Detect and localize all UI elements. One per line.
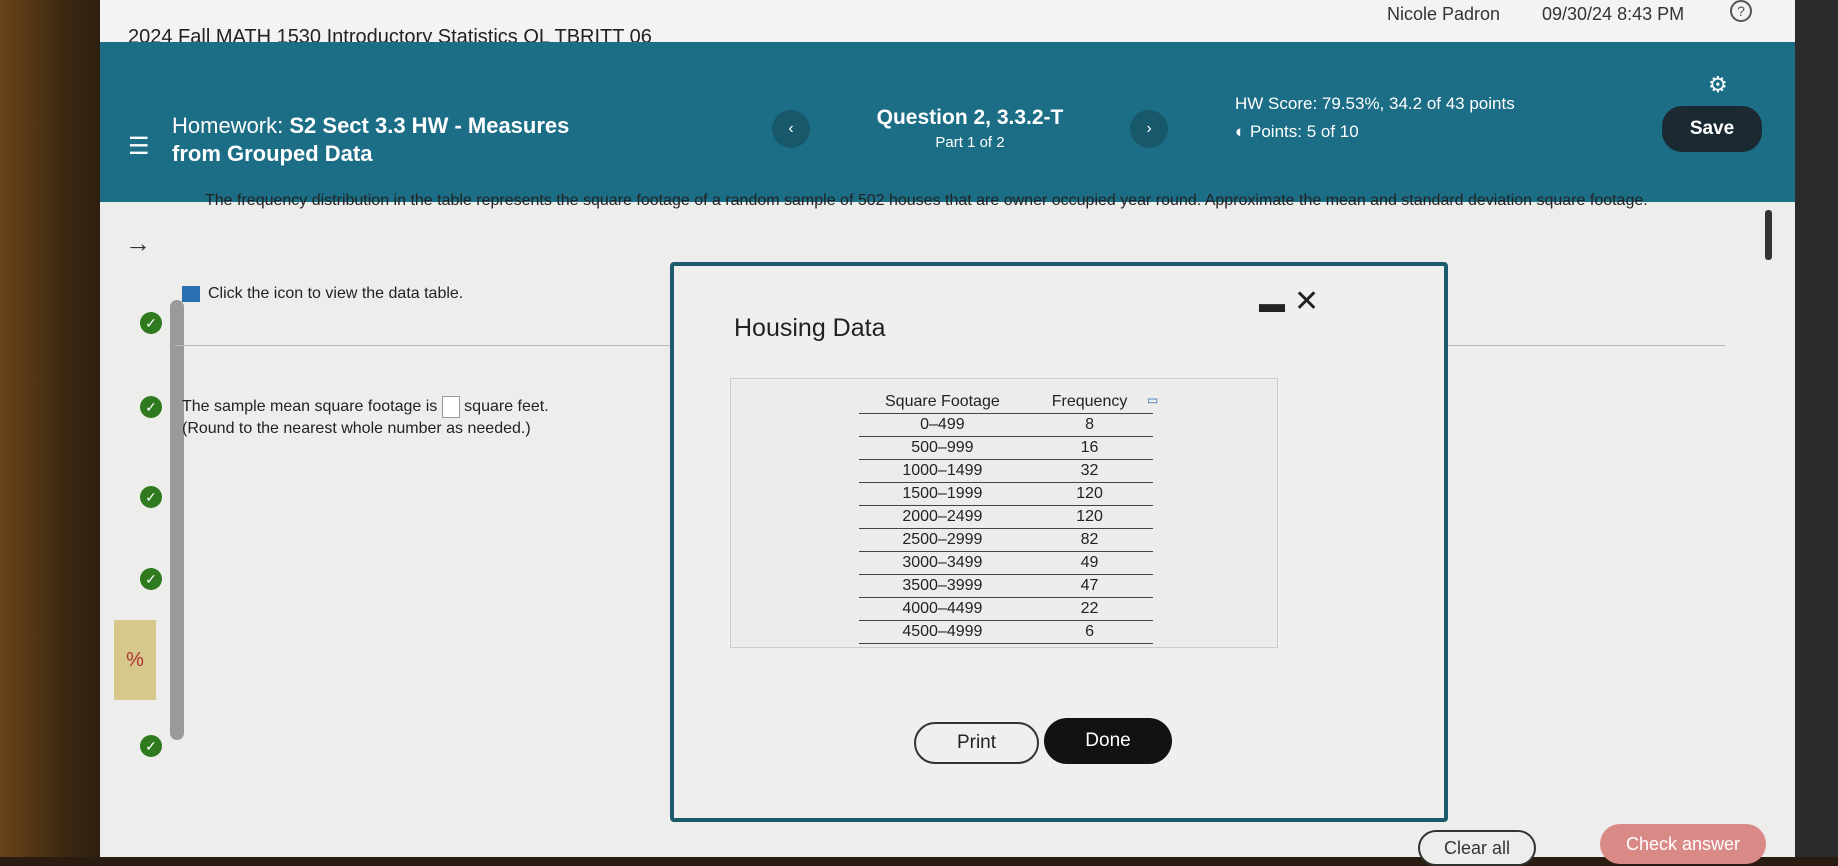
- range-cell: 1500–1999: [859, 482, 1026, 506]
- frequency-cell: 120: [1025, 482, 1154, 506]
- range-cell: 1000–1499: [859, 459, 1026, 483]
- data-table-link[interactable]: Click the icon to view the data table.: [182, 285, 463, 303]
- frequency-cell: 49: [1025, 551, 1154, 575]
- hw-title-2: from Grouped Data: [172, 141, 373, 166]
- table-row: 0–499 8: [859, 413, 1154, 437]
- copy-table-icon[interactable]: ▭: [1147, 393, 1158, 407]
- range-cell: 4500–4999: [859, 620, 1026, 644]
- housing-data-dialog: Housing Data ▬ ✕ Square Footage Frequency…: [670, 262, 1448, 822]
- hw-score: HW Score: 79.53%, 34.2 of 43 points: [1235, 94, 1515, 113]
- gear-icon[interactable]: ⚙: [1708, 72, 1728, 98]
- correct-check-icon[interactable]: ✓: [140, 312, 162, 334]
- question-info: Question 2, 3.3.2-T Part 1 of 2: [835, 106, 1105, 151]
- points-text: Points: 5 of 10: [1250, 122, 1359, 141]
- frequency-cell: 120: [1025, 505, 1154, 529]
- range-cell: 0–499: [859, 413, 1026, 437]
- correct-check-icon[interactable]: ✓: [140, 486, 162, 508]
- correct-check-icon[interactable]: ✓: [140, 735, 162, 757]
- table-row: 4000–4499 22: [859, 597, 1154, 621]
- table-row: 1000–1499 32: [859, 459, 1154, 483]
- table-row: 4500–4999 6: [859, 620, 1154, 644]
- frequency-table: Square Footage Frequency 0–499 8 500–999 16 1…: [859, 391, 1154, 644]
- column-header: Frequency: [1025, 391, 1154, 414]
- correct-check-icon[interactable]: ✓: [140, 396, 162, 418]
- table-icon[interactable]: [182, 285, 200, 302]
- correct-check-icon[interactable]: ✓: [140, 568, 162, 590]
- next-question-button[interactable]: ›: [1130, 110, 1168, 148]
- table-row: 3000–3499 49: [859, 551, 1154, 575]
- answer-input[interactable]: [441, 396, 460, 418]
- screen: 2024 Fall MATH 1530 Introductory Statist…: [100, 0, 1800, 866]
- user-name[interactable]: Nicole Padron: [1387, 4, 1500, 25]
- done-button[interactable]: Done: [1044, 718, 1172, 764]
- close-icon[interactable]: ✕: [1294, 284, 1319, 319]
- frequency-cell: 6: [1025, 620, 1154, 644]
- hw-prefix: Homework:: [172, 113, 284, 138]
- table-row: 2000–2499 120: [859, 505, 1154, 529]
- frequency-cell: 22: [1025, 597, 1154, 621]
- question-number: Question 2, 3.3.2-T: [876, 106, 1064, 129]
- table-row: 1500–1999 120: [859, 482, 1154, 506]
- answer-suffix: square feet.: [464, 398, 549, 416]
- check-answer-button[interactable]: Check answer: [1600, 824, 1766, 864]
- table-row: 500–999 16: [859, 436, 1154, 460]
- minimize-icon[interactable]: ▬: [1259, 288, 1285, 319]
- table-row: 3500–3999 47: [859, 574, 1154, 598]
- question-part: Part 1 of 2: [935, 134, 1005, 151]
- icon-instruction: Click the icon to view the data table.: [208, 285, 464, 302]
- answer-prompt: The sample mean square footage is square…: [182, 396, 549, 440]
- previous-question-button[interactable]: ‹: [772, 110, 810, 148]
- top-bar: 2024 Fall MATH 1530 Introductory Statist…: [100, 0, 1800, 48]
- datetime: 09/30/24 8:43 PM: [1542, 4, 1685, 24]
- hw-title: S2 Sect 3.3 HW - Measures: [289, 113, 570, 138]
- range-cell: 3500–3999: [859, 574, 1026, 598]
- menu-icon[interactable]: ☰: [128, 132, 150, 161]
- print-button[interactable]: Print: [914, 722, 1039, 764]
- frequency-cell: 32: [1025, 459, 1154, 483]
- range-cell: 500–999: [859, 436, 1026, 460]
- answer-prefix: The sample mean square footage is: [182, 398, 438, 416]
- help-icon[interactable]: ?: [1730, 0, 1752, 22]
- question-text: The frequency distribution in the table …: [205, 192, 1648, 209]
- partial-status-icon[interactable]: %: [114, 620, 156, 700]
- column-header: Square Footage: [859, 391, 1026, 414]
- dialog-title: Housing Data: [734, 314, 886, 342]
- partial-credit-icon: ◐: [1235, 122, 1246, 141]
- scrollbar[interactable]: [1765, 210, 1772, 260]
- range-cell: 2500–2999: [859, 528, 1026, 552]
- points: ◐ Points: 5 of 10: [1235, 122, 1359, 142]
- range-cell: 2000–2499: [859, 505, 1026, 529]
- question-sidebar-scroll[interactable]: [170, 300, 184, 740]
- homework-title: Homework: S2 Sect 3.3 HW - Measures from …: [172, 112, 569, 168]
- save-button[interactable]: Save: [1662, 106, 1762, 152]
- table-row: 2500–2999 82: [859, 528, 1154, 552]
- clear-all-button[interactable]: Clear all: [1418, 830, 1536, 866]
- assignment-header: ☰ Homework: S2 Sect 3.3 HW - Measures fro…: [100, 42, 1800, 202]
- range-cell: 4000–4499: [859, 597, 1026, 621]
- monitor-edge: [1795, 0, 1838, 857]
- frequency-cell: 82: [1025, 528, 1154, 552]
- data-table-container: Square Footage Frequency 0–499 8 500–999 16 1…: [730, 378, 1278, 648]
- expand-panel-icon[interactable]: →: [125, 228, 151, 259]
- frequency-cell: 16: [1025, 436, 1154, 460]
- range-cell: 3000–3499: [859, 551, 1026, 575]
- frequency-cell: 47: [1025, 574, 1154, 598]
- frequency-cell: 8: [1025, 413, 1154, 437]
- monitor-bezel: [0, 0, 110, 857]
- round-note: (Round to the nearest whole number as ne…: [182, 420, 531, 438]
